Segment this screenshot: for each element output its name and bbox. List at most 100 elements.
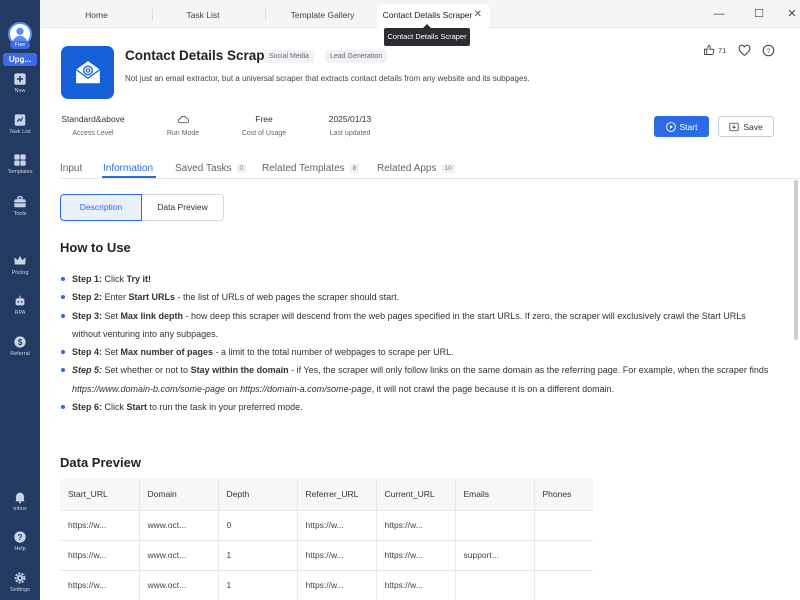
meta-label: Access Level — [72, 130, 114, 137]
window-close-icon[interactable]: ✕ — [785, 7, 799, 21]
sidebar-item-label: Pricing — [11, 270, 29, 276]
column-header[interactable]: Start_URL — [60, 479, 140, 511]
cloud-icon — [177, 115, 190, 124]
sidebar-item-tools[interactable]: Tools — [0, 195, 40, 217]
table-cell: https://w... — [297, 570, 377, 600]
segment-data-preview[interactable]: Data Preview — [142, 194, 224, 221]
sidebar-item-inbox[interactable]: Inbox — [0, 490, 40, 512]
sidebar-item-settings[interactable]: Settings — [0, 571, 40, 593]
step-item: Step 2: Enter Start URLs - the list of U… — [60, 288, 775, 306]
save-label: Save — [743, 121, 763, 132]
data-preview-heading: Data Preview — [60, 455, 141, 470]
minimize-icon[interactable]: — — [712, 7, 726, 21]
tab-contact-details-scraper[interactable]: Contact Details Scraper ✕ — [377, 4, 490, 28]
column-header[interactable]: Phones — [534, 479, 593, 511]
step-text: Set — [102, 310, 121, 321]
sidebar-item-pricing[interactable]: Pricing — [0, 254, 40, 276]
app-description: Not just an email extractor, but a unive… — [125, 74, 530, 83]
column-header[interactable]: Emails — [455, 479, 535, 511]
save-icon — [729, 122, 739, 131]
tab-tooltip: Contact Details Scraper — [384, 24, 470, 46]
task-list-icon — [14, 114, 26, 126]
table-cell — [455, 570, 535, 600]
step-text: Step 5: — [72, 365, 103, 376]
tab-label: Related Templates — [262, 163, 345, 174]
tab-input[interactable]: Input — [60, 163, 82, 174]
table-cell: https://w... — [376, 540, 456, 571]
steps-list: Step 1: Click Try it! Step 2: Enter Start… — [60, 270, 775, 416]
column-header[interactable]: Depth — [218, 479, 298, 511]
table-cell: https://w... — [376, 570, 456, 600]
table-cell: 1 — [218, 570, 298, 600]
segment-description[interactable]: Description — [60, 194, 142, 221]
step-item: Step 6: Click Start to run the task in y… — [60, 398, 775, 416]
step-text: Step 2: — [72, 292, 103, 303]
sidebar-item-help[interactable]: ? Help — [0, 530, 40, 552]
tab-related-templates[interactable]: Related Templates 8 — [262, 163, 360, 174]
step-text: Set whether or not to — [102, 365, 191, 376]
save-button[interactable]: Save — [718, 116, 774, 137]
sidebar-item-new[interactable]: New — [0, 72, 40, 94]
tab-saved-tasks[interactable]: Saved Tasks 0 — [175, 163, 247, 174]
tab-label: Contact Details Scraper — [382, 10, 473, 20]
tab-template-gallery[interactable]: Template Gallery — [275, 4, 370, 28]
gear-icon — [14, 572, 26, 584]
templates-icon — [14, 154, 26, 166]
tag-social-media[interactable]: Social Media — [264, 50, 315, 63]
tab-task-list[interactable]: Task List — [166, 4, 240, 28]
step-text: on — [225, 383, 241, 394]
step-item: Step 5: Set whether or not to Stay withi… — [60, 361, 775, 398]
table-cell: www.oct... — [139, 570, 219, 600]
step-text: https://www.domain-b.com/some-page — [72, 383, 226, 394]
step-text: Click — [102, 274, 127, 284]
meta-value: Free — [255, 114, 273, 124]
step-text: Step 1: — [72, 274, 103, 284]
table-row: https://w... www.oct... 1 https://w... https… — [60, 540, 593, 571]
sidebar-item-label: New — [14, 88, 26, 94]
upgrade-button[interactable]: Upg... — [3, 53, 37, 66]
sidebar-item-referral[interactable]: $ Referral — [0, 335, 40, 357]
step-text: to run the task in your preferred mode. — [147, 402, 303, 413]
heart-icon[interactable] — [738, 44, 751, 57]
meta-value — [158, 114, 208, 126]
dollar-icon: $ — [14, 336, 26, 348]
step-text: Step 4: — [72, 347, 103, 358]
like-count: 71 — [718, 45, 727, 55]
table-cell: https://w... — [60, 570, 140, 600]
tab-home[interactable]: Home — [62, 4, 131, 28]
step-text: Try it! — [126, 274, 152, 284]
sidebar: Free Upg... New Task List Templates Tool… — [0, 0, 40, 600]
step-text: , it will not crawl the page because it … — [371, 383, 615, 394]
table-cell — [534, 510, 593, 541]
tab-label: Related Apps — [377, 163, 437, 174]
column-header[interactable]: Current_URL — [376, 479, 456, 511]
table-cell: https://w... — [297, 540, 377, 571]
sidebar-item-templates[interactable]: Templates — [0, 153, 40, 175]
help-icon: ? — [14, 531, 26, 543]
table-cell: www.oct... — [139, 510, 219, 541]
tab-information[interactable]: Information — [103, 163, 153, 174]
like-button[interactable]: 71 — [703, 44, 726, 56]
sidebar-item-rpa[interactable]: RPA — [0, 294, 40, 316]
step-item: Step 1: Click Try it! — [60, 270, 775, 288]
table-cell: www.oct... — [139, 540, 219, 571]
tab-divider — [152, 9, 153, 21]
sidebar-item-label: Inbox — [13, 506, 27, 512]
scrollbar[interactable] — [794, 180, 798, 340]
close-tab-icon[interactable]: ✕ — [474, 4, 482, 26]
column-header[interactable]: Referrer_URL — [297, 479, 377, 511]
sidebar-item-label: Referral — [10, 351, 30, 357]
table-cell: support... — [455, 540, 535, 571]
active-tab-indicator — [102, 176, 156, 178]
tag-lead-generation[interactable]: Lead Generation — [325, 50, 388, 63]
step-text: Enter — [102, 292, 129, 303]
maximize-icon[interactable]: ☐ — [752, 7, 766, 21]
meta-label: Cost of Usage — [241, 130, 287, 137]
sidebar-item-task-list[interactable]: Task List — [0, 113, 40, 135]
sidebar-item-label: Tools — [13, 211, 27, 217]
column-header[interactable]: Domain — [139, 479, 219, 511]
play-icon — [665, 121, 676, 132]
help-circle-icon[interactable]: ? — [762, 44, 775, 57]
tab-related-apps[interactable]: Related Apps 10 — [377, 163, 455, 174]
start-button[interactable]: Start — [654, 116, 709, 137]
